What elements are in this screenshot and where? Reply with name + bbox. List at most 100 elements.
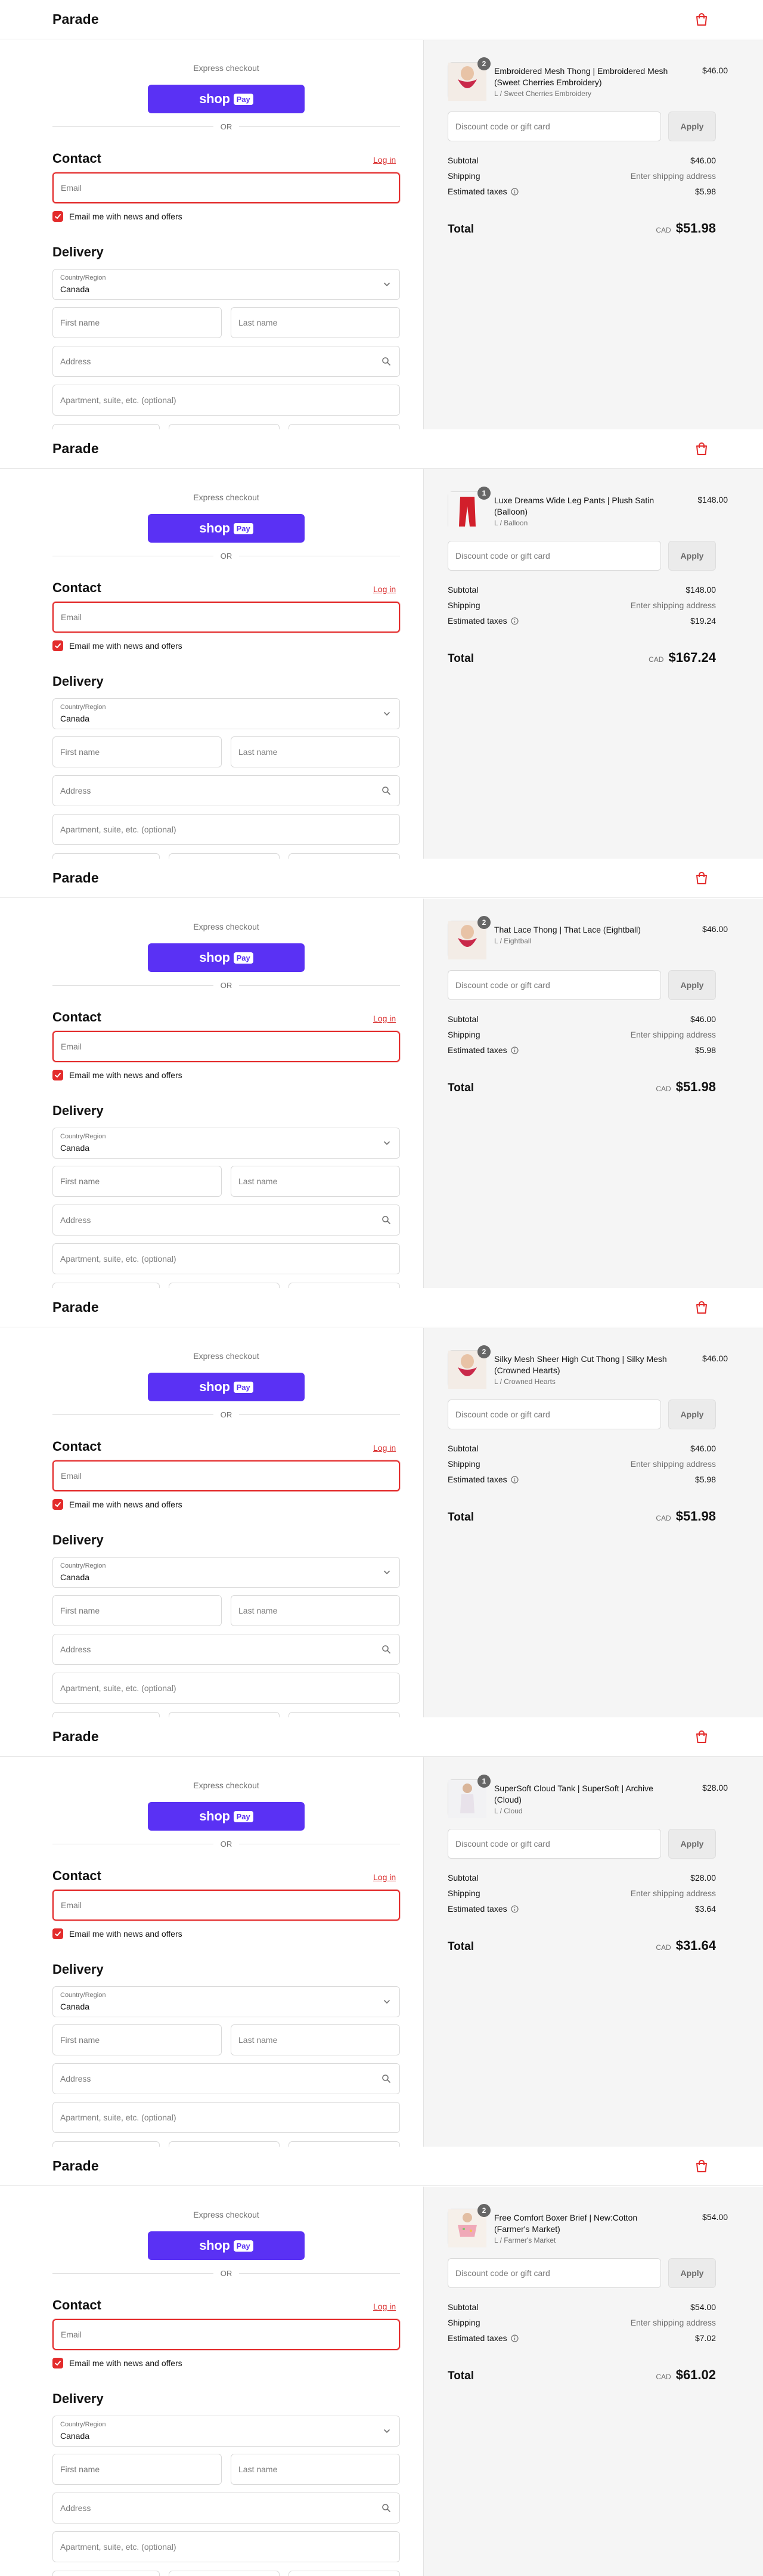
country-select[interactable]: Country/Region Canada xyxy=(52,698,400,729)
province-field[interactable] xyxy=(169,1712,280,1717)
email-field[interactable] xyxy=(52,1890,400,1921)
first-name-input[interactable] xyxy=(53,2454,221,2484)
address-input[interactable] xyxy=(53,1634,399,1664)
city-field[interactable] xyxy=(52,1283,160,1288)
discount-field[interactable] xyxy=(448,2258,661,2288)
city-field[interactable] xyxy=(52,1712,160,1717)
province-field[interactable] xyxy=(169,2141,280,2147)
postal-code-field[interactable] xyxy=(289,424,400,429)
discount-field[interactable] xyxy=(448,112,661,141)
login-link[interactable]: Log in xyxy=(373,1014,396,1023)
address-input[interactable] xyxy=(53,346,399,376)
apartment-input[interactable] xyxy=(53,1244,399,1274)
cart-bag-icon[interactable] xyxy=(694,2159,709,2174)
city-field[interactable] xyxy=(52,853,160,859)
first-name-input[interactable] xyxy=(53,1596,221,1626)
first-name-field[interactable] xyxy=(52,307,222,338)
address-field[interactable] xyxy=(52,1634,400,1665)
login-link[interactable]: Log in xyxy=(373,584,396,594)
cart-bag-icon[interactable] xyxy=(694,871,709,886)
address-input[interactable] xyxy=(53,1205,399,1235)
brand-logo[interactable]: Parade xyxy=(52,1299,99,1315)
first-name-field[interactable] xyxy=(52,1595,222,1626)
info-icon[interactable] xyxy=(511,1046,519,1054)
address-field[interactable] xyxy=(52,346,400,377)
email-input[interactable] xyxy=(54,2320,399,2349)
apartment-field[interactable] xyxy=(52,1673,400,1704)
apartment-field[interactable] xyxy=(52,1243,400,1274)
login-link[interactable]: Log in xyxy=(373,155,396,165)
discount-input[interactable] xyxy=(448,112,660,141)
country-select[interactable]: Country/Region Canada xyxy=(52,269,400,300)
first-name-input[interactable] xyxy=(53,737,221,767)
email-field[interactable] xyxy=(52,1460,400,1491)
first-name-field[interactable] xyxy=(52,1166,222,1197)
brand-logo[interactable]: Parade xyxy=(52,11,99,27)
address-input[interactable] xyxy=(53,2064,399,2094)
last-name-field[interactable] xyxy=(231,736,400,767)
shop-pay-button[interactable]: shop Pay xyxy=(148,1802,305,1831)
last-name-input[interactable] xyxy=(231,737,399,767)
discount-input[interactable] xyxy=(448,1400,660,1429)
info-icon[interactable] xyxy=(511,188,519,196)
checkbox-checked-icon[interactable] xyxy=(52,2358,63,2368)
last-name-field[interactable] xyxy=(231,1166,400,1197)
discount-input[interactable] xyxy=(448,971,660,999)
email-input[interactable] xyxy=(54,1032,399,1061)
city-field[interactable] xyxy=(52,2141,160,2147)
apartment-field[interactable] xyxy=(52,814,400,845)
address-input[interactable] xyxy=(53,776,399,806)
discount-input[interactable] xyxy=(448,541,660,570)
last-name-input[interactable] xyxy=(231,2454,399,2484)
cart-bag-icon[interactable] xyxy=(694,1300,709,1315)
checkbox-checked-icon[interactable] xyxy=(52,1928,63,1939)
info-icon[interactable] xyxy=(511,2334,519,2342)
address-input[interactable] xyxy=(53,2493,399,2523)
brand-logo[interactable]: Parade xyxy=(52,1729,99,1745)
last-name-field[interactable] xyxy=(231,2454,400,2485)
address-field[interactable] xyxy=(52,2493,400,2524)
apartment-input[interactable] xyxy=(53,2103,399,2132)
discount-field[interactable] xyxy=(448,970,661,1000)
last-name-input[interactable] xyxy=(231,2025,399,2055)
apply-button[interactable]: Apply xyxy=(668,970,716,1000)
province-field[interactable] xyxy=(169,853,280,859)
email-field[interactable] xyxy=(52,602,400,633)
last-name-field[interactable] xyxy=(231,1595,400,1626)
newsletter-checkbox-row[interactable]: Email me with news and offers xyxy=(52,1928,182,1939)
checkbox-checked-icon[interactable] xyxy=(52,211,63,222)
province-field[interactable] xyxy=(169,1283,280,1288)
apply-button[interactable]: Apply xyxy=(668,541,716,571)
newsletter-checkbox-row[interactable]: Email me with news and offers xyxy=(52,640,182,651)
cart-bag-icon[interactable] xyxy=(694,441,709,457)
apartment-field[interactable] xyxy=(52,385,400,416)
postal-code-field[interactable] xyxy=(289,1712,400,1717)
brand-logo[interactable]: Parade xyxy=(52,441,99,457)
last-name-input[interactable] xyxy=(231,1166,399,1196)
shop-pay-button[interactable]: shop Pay xyxy=(148,1373,305,1401)
last-name-input[interactable] xyxy=(231,1596,399,1626)
country-select[interactable]: Country/Region Canada xyxy=(52,1557,400,1588)
discount-field[interactable] xyxy=(448,541,661,571)
discount-field[interactable] xyxy=(448,1400,661,1429)
shop-pay-button[interactable]: shop Pay xyxy=(148,2231,305,2260)
checkbox-checked-icon[interactable] xyxy=(52,1499,63,1510)
postal-code-field[interactable] xyxy=(289,1283,400,1288)
apartment-field[interactable] xyxy=(52,2102,400,2133)
last-name-input[interactable] xyxy=(231,308,399,338)
email-input[interactable] xyxy=(54,174,399,202)
email-field[interactable] xyxy=(52,1031,400,1062)
info-icon[interactable] xyxy=(511,1476,519,1484)
email-input[interactable] xyxy=(54,1462,399,1490)
country-select[interactable]: Country/Region Canada xyxy=(52,1128,400,1159)
shop-pay-button[interactable]: shop Pay xyxy=(148,514,305,543)
discount-field[interactable] xyxy=(448,1829,661,1859)
postal-code-field[interactable] xyxy=(289,2141,400,2147)
brand-logo[interactable]: Parade xyxy=(52,2158,99,2174)
first-name-field[interactable] xyxy=(52,2454,222,2485)
login-link[interactable]: Log in xyxy=(373,1872,396,1882)
city-field[interactable] xyxy=(52,2571,160,2576)
first-name-input[interactable] xyxy=(53,1166,221,1196)
apply-button[interactable]: Apply xyxy=(668,112,716,141)
brand-logo[interactable]: Parade xyxy=(52,870,99,886)
